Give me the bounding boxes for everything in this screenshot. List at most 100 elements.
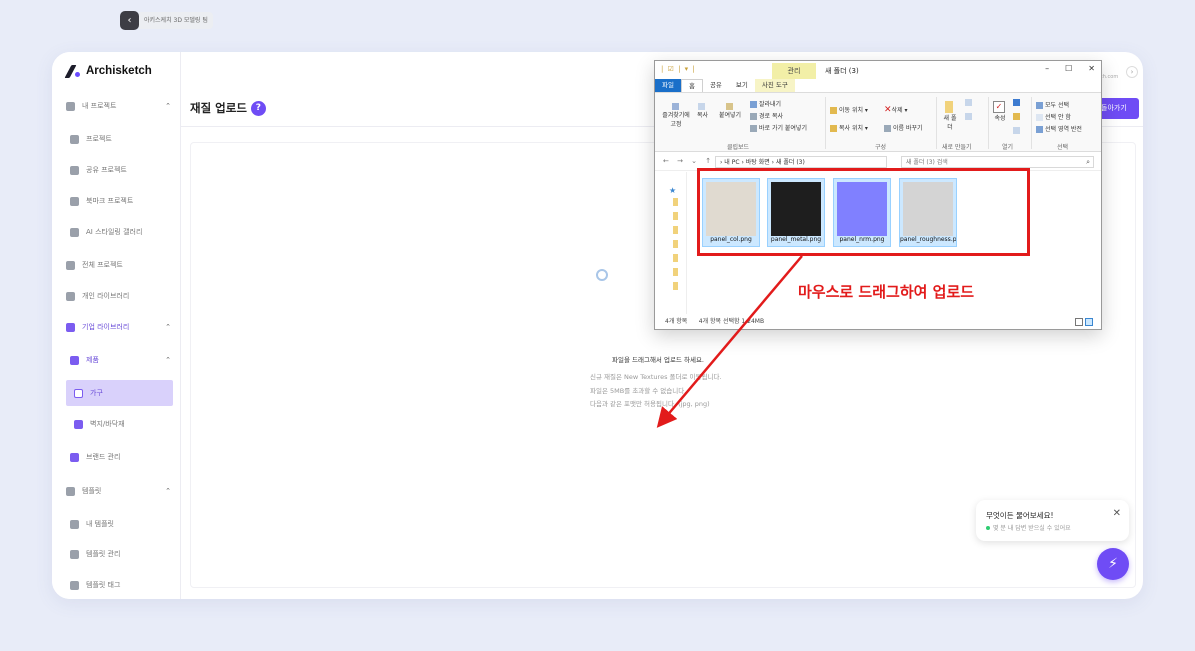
- lightning-icon: ⚡: [1108, 556, 1118, 572]
- document-icon: [70, 165, 79, 175]
- upload-title: 파일을 드래그해서 업로드 하세요.: [612, 356, 704, 364]
- chevron-up-icon[interactable]: ⌃: [165, 487, 171, 495]
- bookmark-icon: [70, 196, 79, 206]
- collapse-sidebar-button[interactable]: ‹: [120, 11, 139, 30]
- paste-shortcut-button[interactable]: 바로 가기 붙여넣기: [750, 123, 807, 132]
- move-to-label: 이동 위치 ▾: [839, 107, 868, 114]
- rename-button[interactable]: 이름 바꾸기: [884, 123, 923, 132]
- sidebar-item-label: 내 템플릿: [86, 520, 114, 528]
- properties-button[interactable]: ✓ 속성: [993, 101, 1007, 122]
- file-item[interactable]: panel_metal.png: [767, 178, 825, 247]
- explorer-title: 새 폴더 (3): [825, 67, 859, 75]
- move-icon: [830, 107, 837, 114]
- sidebar-item-wallpaper-floor[interactable]: 벽지/바닥재: [52, 411, 181, 437]
- sidebar-item-shared-projects[interactable]: 공유 프로젝트: [52, 157, 181, 183]
- sidebar-item-templates[interactable]: 템플릿 ⌃: [52, 478, 181, 504]
- chevron-up-icon[interactable]: ⌃: [165, 356, 171, 364]
- template-icon: [70, 519, 79, 529]
- file-name: panel_roughness.png: [900, 236, 956, 243]
- chevron-right-icon[interactable]: ›: [1126, 66, 1138, 78]
- search-input[interactable]: 새 폴더 (3) 검색 ⌕: [901, 156, 1094, 168]
- copy-path-button[interactable]: 경로 복사: [750, 111, 783, 120]
- chat-question: 무엇이든 물어보세요!: [986, 511, 1054, 520]
- manage-context-tab[interactable]: 관리: [772, 63, 816, 79]
- paste-button[interactable]: 붙여넣기: [719, 103, 741, 119]
- delete-x-icon: ✕: [884, 105, 892, 115]
- path-field[interactable]: › 내 PC › 바탕 화면 › 새 폴더 (3): [715, 156, 887, 168]
- explorer-titlebar[interactable]: | ☑ | ▾ | 관리 새 폴더 (3) – ☐ ✕: [655, 61, 1101, 79]
- gallery-icon: [70, 227, 79, 237]
- large-icons-view-icon[interactable]: [1085, 318, 1093, 326]
- furniture-icon: [74, 388, 83, 398]
- select-none-icon: [1036, 114, 1043, 121]
- sidebar-item-all-projects[interactable]: 전체 프로젝트: [52, 252, 181, 278]
- copy-button[interactable]: 복사: [697, 103, 708, 119]
- cut-label: 잘라내기: [759, 101, 782, 108]
- delete-button[interactable]: ✕삭제 ▾: [884, 105, 908, 115]
- file-item[interactable]: panel_nrm.png: [833, 178, 891, 247]
- sidebar-item-ai-gallery[interactable]: AI 스타일링 갤러리: [52, 219, 181, 245]
- pin-button[interactable]: 즐겨찾기에 고정: [659, 103, 693, 128]
- copy-to-button[interactable]: 복사 위치 ▾: [830, 123, 868, 132]
- tab-picture-tools[interactable]: 사진 도구: [754, 79, 795, 92]
- sidebar-item-personal-library[interactable]: 개인 라이브러리: [52, 283, 181, 309]
- properties-label: 속성: [994, 115, 1006, 122]
- sidebar-item-label: 공유 프로젝트: [86, 166, 127, 174]
- file-item[interactable]: panel_roughness.png: [899, 178, 957, 247]
- sidebar-item-template-tags[interactable]: 템플릿 태그: [52, 572, 181, 598]
- sidebar-item-products[interactable]: 제품 ⌃: [52, 347, 181, 373]
- site-text: ch.com: [1100, 74, 1119, 80]
- sidebar-item-my-templates[interactable]: 내 템플릿: [52, 511, 181, 537]
- invert-selection-button[interactable]: 선택 영역 반전: [1036, 124, 1082, 133]
- breadcrumb[interactable]: 아키스케치 3D 모델링 팀: [139, 12, 213, 29]
- sidebar-item-brand-management[interactable]: 브랜드 관리: [52, 444, 181, 470]
- close-icon[interactable]: ✕: [1113, 508, 1121, 519]
- file-item[interactable]: panel_col.png: [702, 178, 760, 247]
- pin-icon: [671, 103, 679, 110]
- nav-arrows[interactable]: ← → ⌄ ↑: [663, 157, 714, 165]
- sidebar-item-label: 전체 프로젝트: [82, 261, 123, 269]
- tab-file[interactable]: 파일: [655, 79, 681, 92]
- chevron-up-icon[interactable]: ⌃: [165, 102, 171, 110]
- easy-access-button[interactable]: [965, 113, 974, 120]
- move-to-button[interactable]: 이동 위치 ▾: [830, 105, 868, 114]
- navigation-pane[interactable]: ★: [655, 172, 687, 314]
- sidebar-item-furniture[interactable]: 가구: [66, 380, 173, 406]
- help-icon[interactable]: ?: [250, 100, 266, 116]
- sidebar-item-bookmark-projects[interactable]: 북마크 프로젝트: [52, 188, 181, 214]
- select-all-button[interactable]: 모두 선택: [1036, 100, 1069, 109]
- select-none-button[interactable]: 선택 안 함: [1036, 112, 1071, 121]
- details-view-icon[interactable]: [1075, 318, 1083, 326]
- tab-home[interactable]: 홈: [680, 79, 703, 92]
- sidebar-item-projects[interactable]: 프로젝트: [52, 126, 181, 152]
- tab-share[interactable]: 공유: [703, 79, 729, 92]
- chat-bubble[interactable]: 무엇이든 물어보세요! 몇 분 내 답변 받으실 수 있어요 ✕: [976, 500, 1129, 541]
- new-folder-button[interactable]: 새 폴더: [942, 101, 958, 131]
- close-icon[interactable]: ✕: [1088, 64, 1095, 73]
- tab-view[interactable]: 보기: [729, 79, 755, 92]
- chevron-up-icon[interactable]: ⌃: [165, 323, 171, 331]
- edit-button[interactable]: [1013, 113, 1022, 120]
- history-button[interactable]: [1013, 127, 1022, 134]
- back-button[interactable]: 돌아가기: [1099, 98, 1139, 119]
- select-all-icon: [1036, 102, 1043, 109]
- quick-access-toolbar[interactable]: | ☑ | ▾ |: [661, 65, 696, 73]
- new-item-button[interactable]: [965, 99, 974, 106]
- sidebar-item-template-management[interactable]: 템플릿 관리: [52, 541, 181, 567]
- maximize-icon[interactable]: ☐: [1065, 64, 1072, 73]
- upload-note: 신규 재질은 New Textures 폴더로 이동됩니다.: [590, 373, 722, 381]
- view-toggle: [1073, 318, 1095, 326]
- open-button[interactable]: [1013, 99, 1022, 106]
- chat-launcher-button[interactable]: ⚡: [1097, 548, 1129, 580]
- folder-icon: [673, 282, 678, 290]
- copy-path-label: 경로 복사: [759, 113, 783, 120]
- minimize-icon[interactable]: –: [1045, 64, 1049, 73]
- status-selected: 4개 항목 선택함 1.24MB: [698, 318, 765, 325]
- folder-icon: [66, 101, 75, 111]
- edit-icon: [1013, 113, 1020, 120]
- brand-logo[interactable]: Archisketch: [66, 65, 152, 77]
- sidebar-item-label: 템플릿 관리: [86, 550, 121, 558]
- cut-button[interactable]: 잘라내기: [750, 99, 781, 108]
- sidebar-item-my-projects[interactable]: 내 프로젝트 ⌃: [52, 93, 181, 119]
- sidebar-item-company-library[interactable]: 기업 라이브러리 ⌃: [52, 314, 181, 340]
